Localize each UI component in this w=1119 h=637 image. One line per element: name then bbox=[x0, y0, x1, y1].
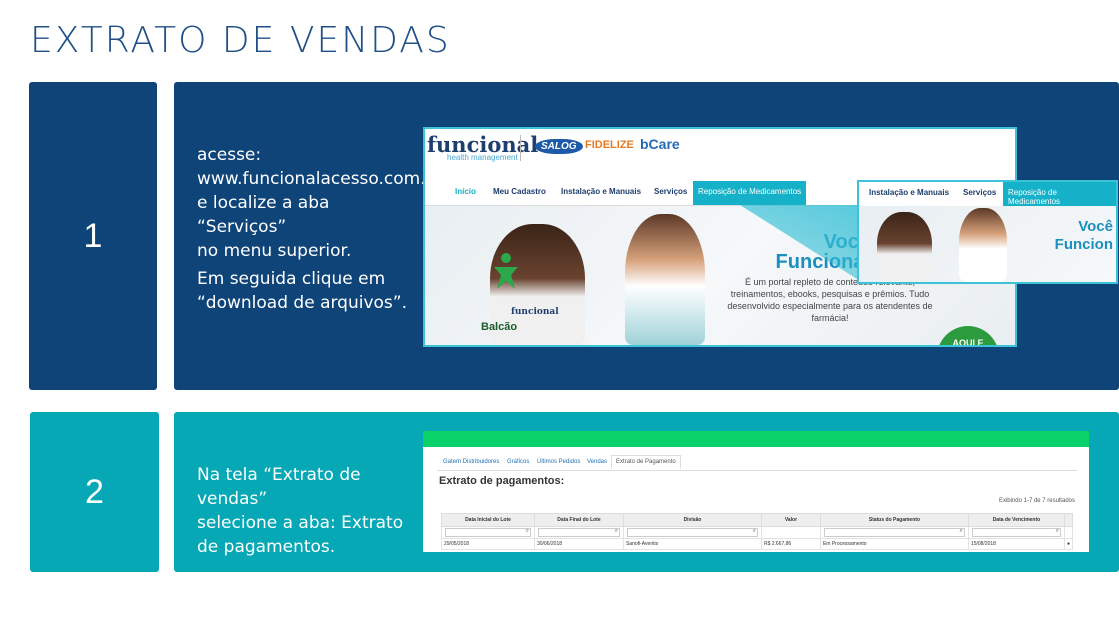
menu-item-meu-cadastro[interactable]: Meu Cadastro bbox=[493, 187, 546, 196]
extrato-screenshot: Gatem Distribuidores Gráficos Últimos Pe… bbox=[423, 431, 1089, 552]
table-cell: ● bbox=[1063, 538, 1074, 550]
menu-zoom-screenshot: Instalação e Manuais Serviços Reposição … bbox=[857, 180, 1118, 284]
tab-distribuidores[interactable]: Gatem Distribuidores bbox=[443, 459, 499, 465]
step-2-line: Na tela “Extrato de vendas” bbox=[197, 465, 361, 509]
balcao-brand-top: funcional bbox=[511, 307, 559, 317]
tab-graficos[interactable]: Gráficos bbox=[507, 459, 529, 465]
step-2-number: 2 bbox=[30, 412, 159, 572]
filter-cell bbox=[622, 526, 762, 539]
extrato-tabs: Gatem Distribuidores Gráficos Últimos Pe… bbox=[437, 455, 1077, 471]
status-select[interactable] bbox=[823, 528, 965, 537]
alert-bar bbox=[423, 431, 1089, 447]
step-1-line: e localize a aba “Serviços” bbox=[197, 193, 330, 237]
zoom-person-image bbox=[877, 212, 932, 282]
zoom-person-image bbox=[959, 208, 1007, 282]
filter-input[interactable] bbox=[537, 528, 620, 537]
filter-input[interactable] bbox=[971, 528, 1061, 537]
column-header[interactable]: Divisão bbox=[622, 513, 762, 527]
table-row: 29/05/2018 30/06/2018 Sanofi-Aventis R$ … bbox=[441, 538, 1074, 550]
tab-vendas[interactable]: Vendas bbox=[587, 459, 607, 465]
step-1-line: “download de arquivos”. bbox=[197, 293, 407, 313]
column-header[interactable]: Valor bbox=[760, 513, 821, 527]
step-2-line: de pagamentos. bbox=[197, 537, 336, 557]
step-2-instructions: Na tela “Extrato de vendas” selecione a … bbox=[197, 463, 422, 559]
zoom-menu-reposicao[interactable]: Reposição de Medicamentos bbox=[1003, 182, 1116, 206]
table-cell: Em Processamento bbox=[819, 538, 969, 550]
filter-row bbox=[441, 526, 1074, 539]
column-header[interactable]: Data Inicial do Lote bbox=[441, 513, 535, 527]
aqui-confira-badge[interactable]: AQUI E CONFIRA bbox=[937, 326, 999, 345]
filter-input[interactable] bbox=[626, 528, 758, 537]
page-title: EXTRATO DE VENDAS bbox=[30, 20, 451, 61]
step-1-line: no menu superior. bbox=[197, 241, 352, 261]
step-1-line: www.funcionalacesso.com.br bbox=[197, 169, 444, 189]
tab-extrato-pagamento[interactable]: Extrato de Pagamento bbox=[611, 455, 681, 469]
table-header-row: Data Inicial do Lote Data Final do Lote … bbox=[441, 513, 1074, 527]
menu-item-instalacao[interactable]: Instalação e Manuais bbox=[561, 187, 641, 196]
zoom-menu-instalacao[interactable]: Instalação e Manuais bbox=[869, 188, 949, 197]
logo-divider bbox=[520, 135, 521, 161]
table-cell: 15/08/2018 bbox=[967, 538, 1065, 550]
table-cell: 29/05/2018 bbox=[441, 538, 535, 550]
menu-item-inicio[interactable]: Início bbox=[455, 187, 476, 196]
results-count: Exibindo 1-7 de 7 resultados bbox=[998, 498, 1075, 504]
filter-cell bbox=[819, 526, 969, 539]
table-cell: Sanofi-Aventis bbox=[622, 538, 762, 550]
filter-cell bbox=[533, 526, 624, 539]
payments-table: Data Inicial do Lote Data Final do Lote … bbox=[441, 513, 1074, 550]
extrato-heading: Extrato de pagamentos: bbox=[439, 475, 565, 487]
filter-cell bbox=[1063, 526, 1074, 539]
column-header[interactable]: Data Final do Lote bbox=[533, 513, 624, 527]
step-2-line: selecione a aba: Extrato bbox=[197, 513, 404, 533]
zoom-banner-title: Você Funcion bbox=[1054, 218, 1113, 253]
fidelize-logo: FIDELIZE bbox=[585, 139, 634, 151]
portal-header: funcional health management SALOG FIDELI… bbox=[425, 129, 1015, 175]
banner-person-image bbox=[625, 214, 705, 345]
balcao-brand: Balcão bbox=[481, 321, 518, 333]
bcare-logo: bCare bbox=[640, 136, 680, 152]
column-header bbox=[1063, 513, 1074, 527]
step-1-line: Em seguida clique em bbox=[197, 269, 386, 289]
menu-item-servicos[interactable]: Serviços bbox=[654, 187, 687, 196]
funcional-logo-subtitle: health management bbox=[447, 153, 518, 162]
table-cell: R$ 2.667,86 bbox=[760, 538, 821, 550]
tab-ultimos-pedidos[interactable]: Últimos Pedidos bbox=[537, 459, 580, 465]
menu-item-reposicao[interactable]: Reposição de Medicamentos bbox=[693, 181, 807, 205]
filter-cell bbox=[441, 526, 535, 539]
balcao-figure-icon bbox=[494, 253, 518, 289]
zoom-menu-servicos[interactable]: Serviços bbox=[963, 188, 996, 197]
salog-logo: SALOG bbox=[535, 139, 583, 154]
view-eye-icon[interactable]: ● bbox=[1067, 541, 1070, 547]
table-cell: 30/06/2018 bbox=[533, 538, 624, 550]
filter-input[interactable] bbox=[445, 528, 531, 537]
zoom-menu: Instalação e Manuais Serviços Reposição … bbox=[859, 182, 1116, 207]
filter-cell bbox=[760, 526, 821, 539]
zoom-banner: Você Funcion bbox=[859, 206, 1116, 282]
column-header[interactable]: Data de Vencimento bbox=[967, 513, 1065, 527]
filter-cell bbox=[967, 526, 1065, 539]
column-header[interactable]: Status do Pagamento bbox=[819, 513, 969, 527]
step-1-instructions: acesse: www.funcionalacesso.com.br e loc… bbox=[197, 143, 444, 315]
step-1-number: 1 bbox=[29, 82, 157, 390]
step-1-line: acesse: bbox=[197, 145, 262, 165]
